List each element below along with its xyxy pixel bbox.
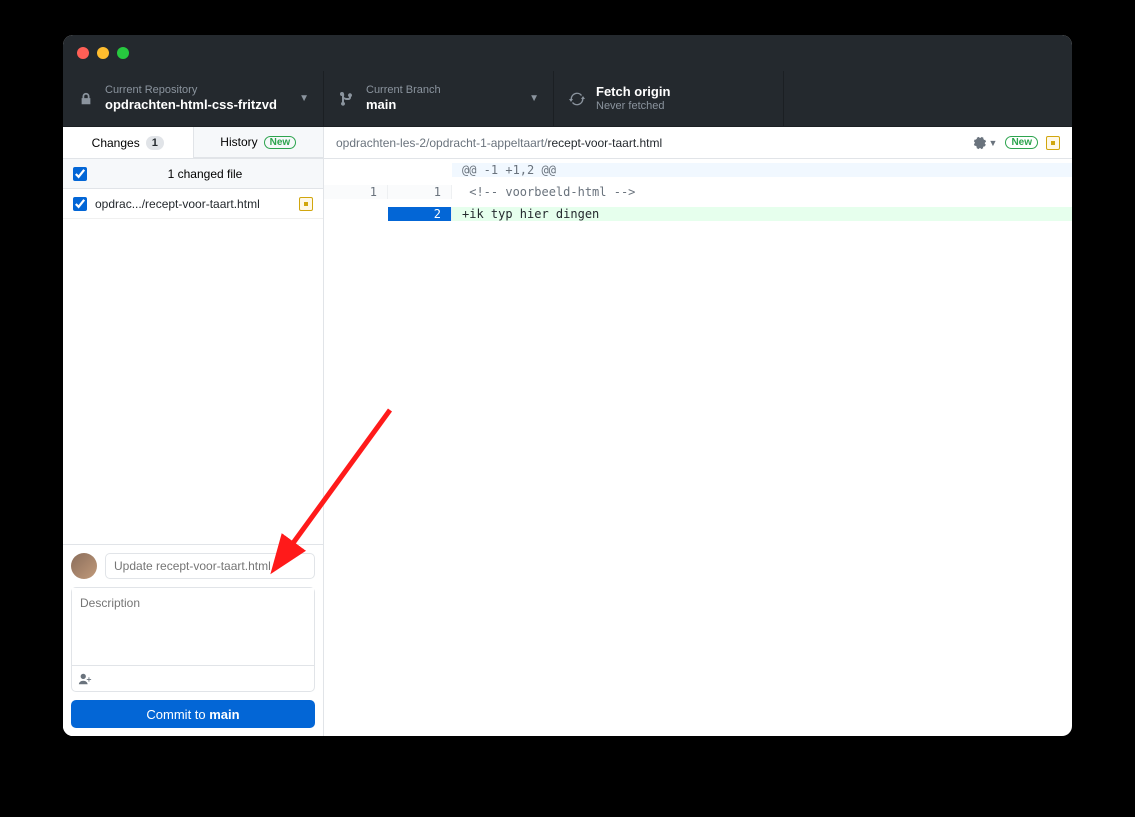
- commit-description-input[interactable]: [72, 588, 314, 665]
- new-line-number: 1: [388, 185, 452, 199]
- maximize-window-button[interactable]: [117, 47, 129, 59]
- diff-hunk-header: @@ -1 +1,2 @@: [324, 159, 1072, 181]
- sidebar-spacer: [63, 219, 323, 544]
- tab-changes-label: Changes: [92, 136, 140, 150]
- changed-files-header: 1 changed file: [63, 159, 323, 189]
- fetch-sub: Never fetched: [596, 100, 670, 113]
- diff-line[interactable]: 1 1 <!-- voorbeeld-html -->: [324, 181, 1072, 203]
- tab-history-label: History: [220, 135, 257, 149]
- old-line-number: 1: [324, 185, 388, 199]
- commit-description-box: [71, 587, 315, 692]
- commit-button-prefix: Commit to: [146, 707, 209, 722]
- file-name: opdrac.../recept-voor-taart.html: [95, 197, 291, 211]
- person-add-icon: [78, 672, 92, 686]
- changed-file-row[interactable]: opdrac.../recept-voor-taart.html: [63, 189, 323, 219]
- git-branch-icon: [338, 90, 356, 108]
- sync-icon: [568, 90, 586, 108]
- main-panel: opdrachten-les-2/opdracht-1-appeltaart/r…: [324, 127, 1072, 736]
- file-path-dim: opdrachten-les-2/opdracht-1-appeltaart/: [336, 136, 547, 150]
- diff-view: @@ -1 +1,2 @@ 1 1 <!-- voorbeeld-html --…: [324, 159, 1072, 225]
- diff-line[interactable]: 2 +ik typ hier dingen: [324, 203, 1072, 225]
- tab-history[interactable]: History New: [193, 127, 324, 158]
- changed-files-label: 1 changed file: [97, 167, 313, 181]
- modified-status-icon: [299, 197, 313, 211]
- lock-icon: [77, 90, 95, 108]
- commit-button[interactable]: Commit to main: [71, 700, 315, 728]
- chevron-down-icon: ▼: [529, 93, 539, 104]
- repo-label: Current Repository: [105, 84, 277, 97]
- branch-selector[interactable]: Current Branch main ▼: [324, 71, 554, 126]
- commit-button-branch: main: [209, 707, 239, 722]
- branch-label: Current Branch: [366, 84, 441, 97]
- file-path-current: recept-voor-taart.html: [547, 136, 662, 150]
- chevron-down-icon: ▼: [299, 93, 309, 104]
- minimize-window-button[interactable]: [97, 47, 109, 59]
- commit-summary-input[interactable]: [105, 553, 315, 579]
- chevron-down-icon: ▼: [989, 138, 998, 148]
- sidebar-tabs: Changes 1 History New: [63, 127, 323, 159]
- body: Changes 1 History New 1 changed file opd…: [63, 127, 1072, 736]
- hunk-text: @@ -1 +1,2 @@: [452, 163, 1072, 177]
- diff-line-content: +ik typ hier dingen: [452, 207, 1072, 221]
- modified-status-icon: [1046, 136, 1060, 150]
- repository-selector[interactable]: Current Repository opdrachten-html-css-f…: [63, 71, 324, 126]
- toolbar: Current Repository opdrachten-html-css-f…: [63, 71, 1072, 127]
- diff-line-content: <!-- voorbeeld-html -->: [452, 185, 1072, 199]
- fetch-button[interactable]: Fetch origin Never fetched: [554, 71, 784, 126]
- titlebar: [63, 35, 1072, 71]
- history-new-badge: New: [264, 136, 297, 149]
- file-checkbox[interactable]: [73, 197, 87, 211]
- close-window-button[interactable]: [77, 47, 89, 59]
- diff-settings-button[interactable]: ▼: [972, 135, 998, 150]
- avatar: [71, 553, 97, 579]
- branch-value: main: [366, 97, 441, 113]
- changes-count-badge: 1: [146, 136, 164, 150]
- sidebar: Changes 1 History New 1 changed file opd…: [63, 127, 324, 736]
- app-window: Current Repository opdrachten-html-css-f…: [63, 35, 1072, 736]
- diff-new-badge: New: [1005, 136, 1038, 149]
- fetch-label: Fetch origin: [596, 84, 670, 100]
- gear-icon: [972, 135, 987, 150]
- new-line-number: 2: [388, 207, 452, 221]
- tab-changes[interactable]: Changes 1: [63, 127, 193, 158]
- select-all-checkbox[interactable]: [73, 167, 87, 181]
- diff-file-header: opdrachten-les-2/opdracht-1-appeltaart/r…: [324, 127, 1072, 159]
- repo-value: opdrachten-html-css-fritzvd: [105, 97, 277, 113]
- commit-panel: Commit to main: [63, 544, 323, 736]
- add-coauthors-button[interactable]: [72, 665, 314, 691]
